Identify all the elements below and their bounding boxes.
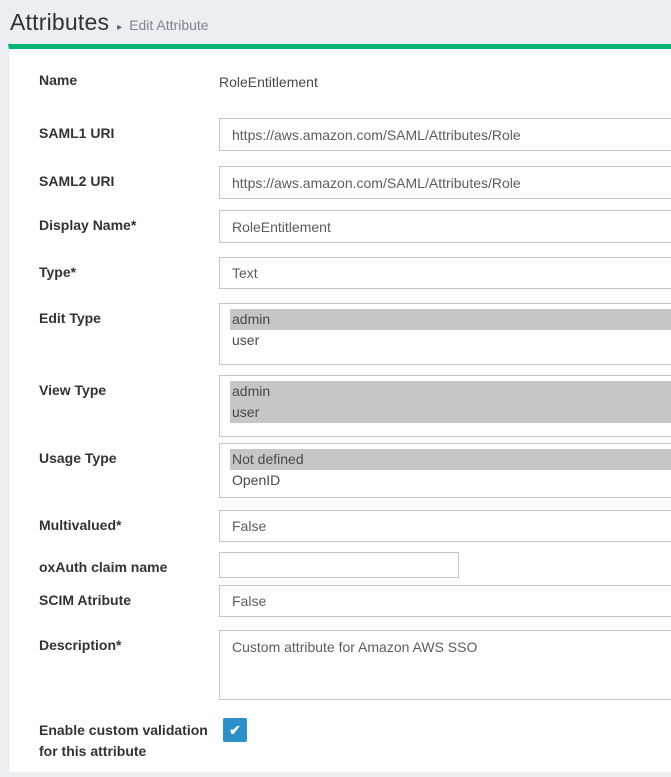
- option-not-defined[interactable]: Not defined: [230, 449, 671, 470]
- name-label: Name: [39, 72, 219, 89]
- option-user[interactable]: user: [230, 402, 671, 423]
- checkmark-icon: ✔: [229, 722, 241, 739]
- description-label: Description*: [39, 630, 219, 654]
- saml1-uri-label: SAML1 URI: [39, 118, 219, 142]
- saml2-uri-input[interactable]: [219, 166, 671, 199]
- multivalued-label: Multivalued*: [39, 510, 219, 534]
- name-value: RoleEntitlement: [219, 72, 671, 91]
- view-type-listbox[interactable]: adminuser: [219, 375, 671, 437]
- saml2-uri-row: SAML2 URI: [39, 166, 671, 199]
- page-title: Attributes: [10, 9, 109, 36]
- option-user[interactable]: user: [230, 330, 671, 351]
- option-admin[interactable]: admin: [230, 381, 671, 402]
- name-row: Name RoleEntitlement: [39, 72, 671, 92]
- view-type-row: View Type adminuser: [39, 375, 671, 437]
- oxauth-claim-row: oxAuth claim name: [39, 552, 671, 578]
- oxauth-claim-input[interactable]: [219, 552, 459, 578]
- display-name-input[interactable]: [219, 210, 671, 243]
- saml1-uri-input[interactable]: [219, 118, 671, 151]
- view-type-label: View Type: [39, 375, 219, 399]
- scim-attribute-select[interactable]: [219, 585, 671, 617]
- edit-attribute-panel: Name RoleEntitlement SAML1 URI SAML2 URI…: [8, 44, 671, 772]
- multivalued-row: Multivalued*: [39, 510, 671, 542]
- breadcrumb-arrow-icon: ▸: [117, 22, 122, 33]
- usage-type-listbox[interactable]: Not definedOpenID: [219, 443, 671, 498]
- usage-type-label: Usage Type: [39, 443, 219, 467]
- type-label: Type*: [39, 257, 219, 281]
- custom-validation-label: Enable custom validation for this attrib…: [39, 718, 219, 762]
- edit-type-row: Edit Type adminuser: [39, 303, 671, 365]
- display-name-label: Display Name*: [39, 210, 219, 234]
- custom-validation-checkbox[interactable]: ✔: [223, 718, 247, 742]
- breadcrumb-current: Edit Attribute: [129, 17, 208, 33]
- scim-attribute-row: SCIM Atribute: [39, 585, 671, 617]
- option-openid[interactable]: OpenID: [230, 470, 671, 491]
- description-textarea[interactable]: Custom attribute for Amazon AWS SSO: [219, 630, 671, 700]
- scim-attribute-label: SCIM Atribute: [39, 585, 219, 609]
- option-admin[interactable]: admin: [230, 309, 671, 330]
- display-name-row: Display Name*: [39, 210, 671, 243]
- custom-validation-row: Enable custom validation for this attrib…: [39, 718, 671, 762]
- type-select[interactable]: [219, 257, 671, 289]
- description-row: Description* Custom attribute for Amazon…: [39, 630, 671, 700]
- edit-type-listbox[interactable]: adminuser: [219, 303, 671, 365]
- multivalued-select[interactable]: [219, 510, 671, 542]
- page-header: Attributes ▸ Edit Attribute: [0, 0, 671, 44]
- saml1-uri-row: SAML1 URI: [39, 118, 671, 151]
- edit-type-label: Edit Type: [39, 303, 219, 327]
- type-row: Type*: [39, 257, 671, 289]
- saml2-uri-label: SAML2 URI: [39, 166, 219, 190]
- usage-type-row: Usage Type Not definedOpenID: [39, 443, 671, 498]
- oxauth-claim-label: oxAuth claim name: [39, 552, 219, 576]
